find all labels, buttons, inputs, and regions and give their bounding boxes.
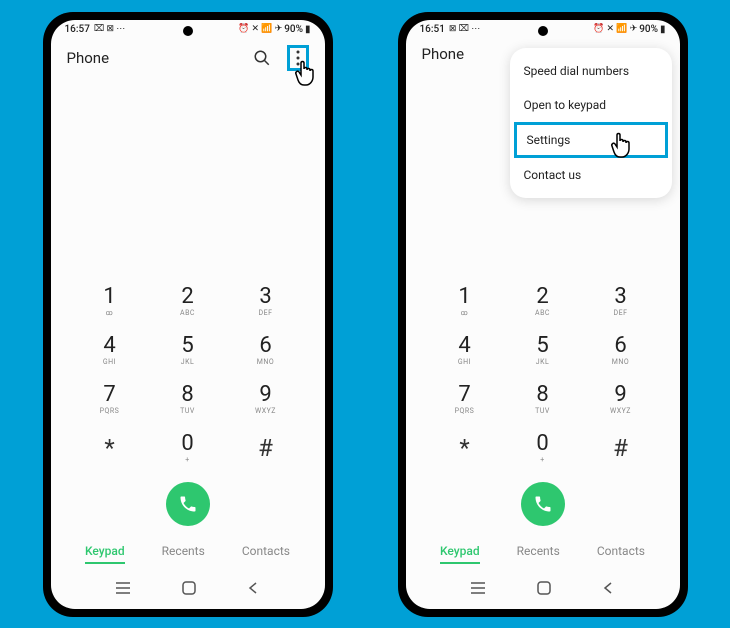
- battery-icon: ▮: [660, 24, 666, 35]
- status-time: 16:57: [65, 24, 90, 35]
- nav-home-icon[interactable]: [537, 580, 551, 599]
- status-icons-right: ⏰ ✕ 📶 ✈: [238, 24, 282, 34]
- pointer-hand-icon: [291, 57, 323, 89]
- key-8[interactable]: 8TUV: [159, 384, 217, 415]
- call-button[interactable]: [521, 482, 565, 526]
- key-3[interactable]: 3DEF: [592, 286, 650, 317]
- menu-open-keypad[interactable]: Open to keypad: [510, 88, 672, 122]
- nav-back-icon[interactable]: [602, 580, 614, 599]
- tab-keypad[interactable]: Keypad: [85, 540, 125, 564]
- key-1[interactable]: 1ꝏ: [436, 286, 494, 317]
- key-0[interactable]: 0+: [514, 433, 572, 464]
- tab-recents[interactable]: Recents: [517, 540, 560, 564]
- key-0[interactable]: 0+: [159, 433, 217, 464]
- menu-settings[interactable]: Settings: [514, 122, 668, 158]
- nav-home-icon[interactable]: [182, 580, 196, 599]
- menu-speed-dial[interactable]: Speed dial numbers: [510, 54, 672, 88]
- key-7[interactable]: 7PQRS: [81, 384, 139, 415]
- tabs: Keypad Recents Contacts: [406, 540, 680, 572]
- key-7[interactable]: 7PQRS: [436, 384, 494, 415]
- menu-settings-label: Settings: [527, 133, 571, 147]
- tab-contacts[interactable]: Contacts: [242, 540, 290, 564]
- screen-right: 16:51 ⊠ ⌧ ⋯ ⏰ ✕ 📶 ✈ 90% ▮ Phone Speed di…: [406, 20, 680, 609]
- key-9[interactable]: 9WXYZ: [237, 384, 295, 415]
- key-hash[interactable]: #: [237, 433, 295, 464]
- nav-bar: [51, 572, 325, 609]
- key-star[interactable]: *: [81, 433, 139, 464]
- nav-bar: [406, 572, 680, 609]
- tabs: Keypad Recents Contacts: [51, 540, 325, 572]
- app-header: Phone: [51, 35, 325, 81]
- app-title: Phone: [422, 45, 465, 63]
- key-star[interactable]: *: [436, 433, 494, 464]
- key-9[interactable]: 9WXYZ: [592, 384, 650, 415]
- screen-left: 16:57 ⌧ ⊠ ⋯ ⏰ ✕ 📶 ✈ 90% ▮ Phone: [51, 20, 325, 609]
- key-3[interactable]: 3DEF: [237, 286, 295, 317]
- status-battery: 90%: [639, 24, 658, 35]
- camera-punch-hole: [538, 26, 548, 36]
- key-1[interactable]: 1ꝏ: [81, 286, 139, 317]
- key-8[interactable]: 8TUV: [514, 384, 572, 415]
- camera-punch-hole: [183, 26, 193, 36]
- battery-icon: ▮: [305, 24, 311, 35]
- key-2[interactable]: 2ABC: [514, 286, 572, 317]
- tab-recents[interactable]: Recents: [162, 540, 205, 564]
- call-button[interactable]: [166, 482, 210, 526]
- phone-right: 16:51 ⊠ ⌧ ⋯ ⏰ ✕ 📶 ✈ 90% ▮ Phone Speed di…: [398, 12, 688, 617]
- key-5[interactable]: 5JKL: [514, 335, 572, 366]
- key-5[interactable]: 5JKL: [159, 335, 217, 366]
- status-battery: 90%: [284, 24, 303, 35]
- pointer-hand-icon: [607, 129, 639, 161]
- phone-left: 16:57 ⌧ ⊠ ⋯ ⏰ ✕ 📶 ✈ 90% ▮ Phone: [43, 12, 333, 617]
- nav-recents-icon[interactable]: [116, 580, 132, 599]
- status-icons-left: ⊠ ⌧ ⋯: [449, 24, 480, 34]
- key-6[interactable]: 6MNO: [592, 335, 650, 366]
- key-hash[interactable]: #: [592, 433, 650, 464]
- search-icon[interactable]: [253, 49, 271, 67]
- key-2[interactable]: 2ABC: [159, 286, 217, 317]
- key-6[interactable]: 6MNO: [237, 335, 295, 366]
- status-icons-left: ⌧ ⊠ ⋯: [94, 24, 125, 34]
- menu-contact-us[interactable]: Contact us: [510, 158, 672, 192]
- status-time: 16:51: [420, 24, 445, 35]
- nav-recents-icon[interactable]: [471, 580, 487, 599]
- status-icons-right: ⏰ ✕ 📶 ✈: [593, 24, 637, 34]
- key-4[interactable]: 4GHI: [436, 335, 494, 366]
- tab-keypad[interactable]: Keypad: [440, 540, 480, 564]
- app-title: Phone: [67, 49, 110, 67]
- nav-back-icon[interactable]: [247, 580, 259, 599]
- tab-contacts[interactable]: Contacts: [597, 540, 645, 564]
- overflow-menu: Speed dial numbers Open to keypad Settin…: [510, 48, 672, 198]
- keypad: 1ꝏ 2ABC 3DEF 4GHI 5JKL 6MNO 7PQRS 8TUV 9…: [406, 286, 680, 464]
- keypad: 1ꝏ 2ABC 3DEF 4GHI 5JKL 6MNO 7PQRS 8TUV 9…: [51, 286, 325, 464]
- key-4[interactable]: 4GHI: [81, 335, 139, 366]
